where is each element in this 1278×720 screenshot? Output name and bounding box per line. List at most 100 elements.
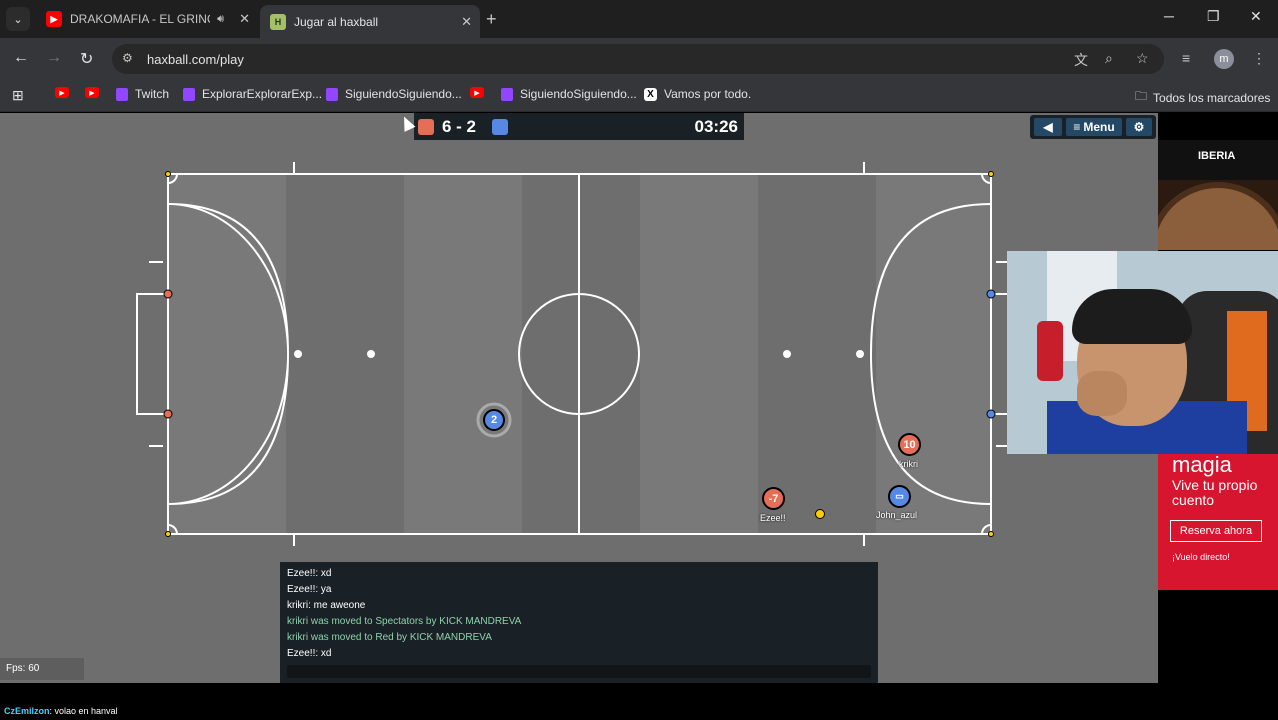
close-icon[interactable]: ✕: [239, 11, 250, 27]
webcam-hand: [1077, 371, 1127, 416]
reserve-button[interactable]: Reserva ahora: [1170, 520, 1262, 542]
speaker-icon[interactable]: 🔊︎: [217, 13, 224, 26]
bookmark-star-icon[interactable]: ☆: [1136, 50, 1149, 67]
twitch-icon: [326, 87, 338, 101]
haxball-game[interactable]: 6 - 2 03:26 ◀ ≡ Menu ⚙ 2 10 krikri -7 Eze…: [0, 113, 1158, 683]
tab-search-button[interactable]: ⌄: [6, 7, 30, 31]
player-name: Ezee!!: [760, 513, 786, 523]
fps-counter: Fps: 60: [0, 658, 84, 680]
apps-icon[interactable]: ⊞: [12, 87, 24, 104]
bookmarks-bar: ⊞ ▶ ▶ Twitch ExplorarExplorarExp... Sigu…: [0, 80, 1278, 112]
haxball-icon: H: [270, 13, 286, 30]
iberia-ad-bottom[interactable]: magia Vive tu propio cuento Reserva ahor…: [1158, 452, 1278, 590]
menu-label: Menu: [1083, 120, 1115, 134]
twitch-icon: [116, 87, 128, 101]
iberia-ad-top[interactable]: IBERIA: [1158, 140, 1278, 250]
bookmark-youtube-2[interactable]: ▶: [85, 87, 106, 98]
tab-drakomafia[interactable]: ▶ DRAKOMAFIA - EL GRINCH 🔊︎ ✕: [36, 5, 258, 33]
menu-button[interactable]: ≡ Menu: [1066, 118, 1122, 136]
all-bookmarks[interactable]: 🗀︎ Todos los marcadores: [1135, 87, 1270, 108]
youtube-icon: ▶: [85, 87, 99, 98]
tab-title: Jugar al haxball: [294, 14, 379, 29]
forward-icon[interactable]: →: [46, 49, 62, 67]
bookmark-label: SiguiendoSiguiendo...: [345, 87, 462, 101]
youtube-icon: ▶: [55, 87, 69, 98]
player-krikri: 10: [898, 433, 921, 456]
twitch-icon: [501, 87, 513, 101]
bookmark-siguiendo-2[interactable]: SiguiendoSiguiendo...: [501, 87, 637, 101]
player-john-azul: ▭: [888, 485, 911, 508]
bookmark-label: SiguiendoSiguiendo...: [520, 87, 637, 101]
more-menu-icon[interactable]: ⋮: [1252, 50, 1266, 67]
bookmark-label: Twitch: [135, 87, 170, 101]
bookmark-explorar[interactable]: ExplorarExplorarExp...: [183, 87, 322, 101]
webcam-overlay: [1007, 251, 1278, 454]
chevron-down-icon: ⌄: [13, 13, 23, 26]
blue-team-badge: [492, 119, 508, 135]
triangle-left-icon: ◀: [1043, 120, 1053, 134]
stream-chat-user: CzEmilzon: [4, 706, 50, 716]
address-bar[interactable]: ⚙ haxball.com/play 文 ⌕ ☆: [112, 44, 1164, 74]
chat-line: krikri: me aweone: [287, 600, 366, 611]
close-icon[interactable]: ✕: [461, 14, 472, 30]
x-icon: X: [644, 87, 657, 101]
chat-line: Ezee!!: ya: [287, 584, 332, 595]
media-control-icon[interactable]: ≡: [1182, 50, 1190, 66]
settings-button[interactable]: ⚙: [1126, 118, 1152, 136]
ad-text: Vive tu propio cuento: [1172, 477, 1258, 508]
webcam-hair: [1072, 289, 1192, 344]
browser-toolbar: ← → ↻ ⚙ haxball.com/play 文 ⌕ ☆ ≡ m ⋮: [0, 38, 1278, 80]
stream-chat-footer: CzEmilzon: volao en hanval: [0, 703, 1278, 720]
game-menu-bar: ◀ ≡ Menu ⚙: [1030, 115, 1156, 139]
score-text: 6 - 2: [442, 117, 477, 136]
reload-icon[interactable]: ↻: [80, 49, 93, 69]
minimize-icon[interactable]: ─: [1164, 8, 1174, 24]
bookmark-label: Todos los marcadores: [1153, 90, 1271, 105]
chat-input[interactable]: [287, 665, 871, 678]
folder-icon: 🗀︎: [1135, 89, 1148, 103]
youtube-icon: ▶: [470, 87, 484, 98]
gear-icon: ⚙: [1133, 120, 1145, 134]
player-ezee: -7: [762, 487, 785, 510]
bookmark-siguiendo-1[interactable]: SiguiendoSiguiendo...: [326, 87, 462, 101]
site-settings-icon[interactable]: ⚙: [122, 51, 133, 65]
ad-tagline: ¡Vuelo directo!: [1172, 552, 1230, 562]
chat-indicator-icon: ▭: [895, 491, 904, 501]
chat-notice: krikri was moved to Red by KICK MANDREVA: [287, 632, 492, 643]
bookmark-vamos[interactable]: X Vamos por todo.: [644, 87, 751, 101]
back-icon[interactable]: ←: [13, 49, 29, 67]
player-blue-2: 2: [483, 409, 505, 431]
red-team-badge: [418, 119, 434, 135]
collapse-button[interactable]: ◀: [1034, 118, 1062, 136]
bookmark-youtube-3[interactable]: ▶: [470, 87, 491, 98]
iberia-logo: IBERIA: [1198, 150, 1236, 162]
hamburger-icon: ≡: [1073, 120, 1081, 134]
url-text[interactable]: haxball.com/play: [147, 52, 244, 67]
tab-title: DRAKOMAFIA - EL GRINCH: [70, 12, 210, 26]
tab-haxball[interactable]: H Jugar al haxball ✕: [260, 5, 480, 38]
restore-icon[interactable]: ❐: [1207, 8, 1220, 25]
stream-chat-message: CzEmilzon: volao en hanval: [4, 706, 118, 716]
profile-avatar[interactable]: m: [1214, 49, 1234, 69]
chat-notice: krikri was moved to Spectators by KICK M…: [287, 616, 522, 627]
youtube-icon: ▶: [46, 11, 62, 27]
tab-strip: ⌄ ▶ DRAKOMAFIA - EL GRINCH 🔊︎ ✕ H Jugar …: [0, 0, 1278, 38]
chat-line: Ezee!!: xd: [287, 648, 332, 659]
microphone-icon: [1037, 321, 1063, 381]
ball: [815, 509, 825, 519]
close-window-icon[interactable]: ✕: [1250, 8, 1262, 25]
ad-arch-image: [1158, 182, 1278, 250]
translate-icon[interactable]: 文: [1074, 50, 1088, 70]
scoreboard: 6 - 2 03:26: [414, 113, 744, 140]
bookmark-youtube-1[interactable]: ▶: [55, 87, 76, 98]
new-tab-button[interactable]: +: [486, 9, 497, 30]
bookmark-label: Vamos por todo.: [664, 87, 752, 101]
chat-line: Ezee!!: xd: [287, 568, 332, 579]
bookmark-twitch[interactable]: Twitch: [116, 87, 169, 101]
match-timer: 03:26: [694, 117, 738, 136]
zoom-icon[interactable]: ⌕: [1105, 50, 1113, 67]
player-name: krikri: [899, 459, 918, 469]
stream-chat-text: : volao en hanval: [49, 706, 118, 716]
ad-title: magia: [1172, 452, 1232, 477]
chat-box: Ezee!!: xd Ezee!!: ya krikri: me aweone …: [280, 562, 878, 683]
